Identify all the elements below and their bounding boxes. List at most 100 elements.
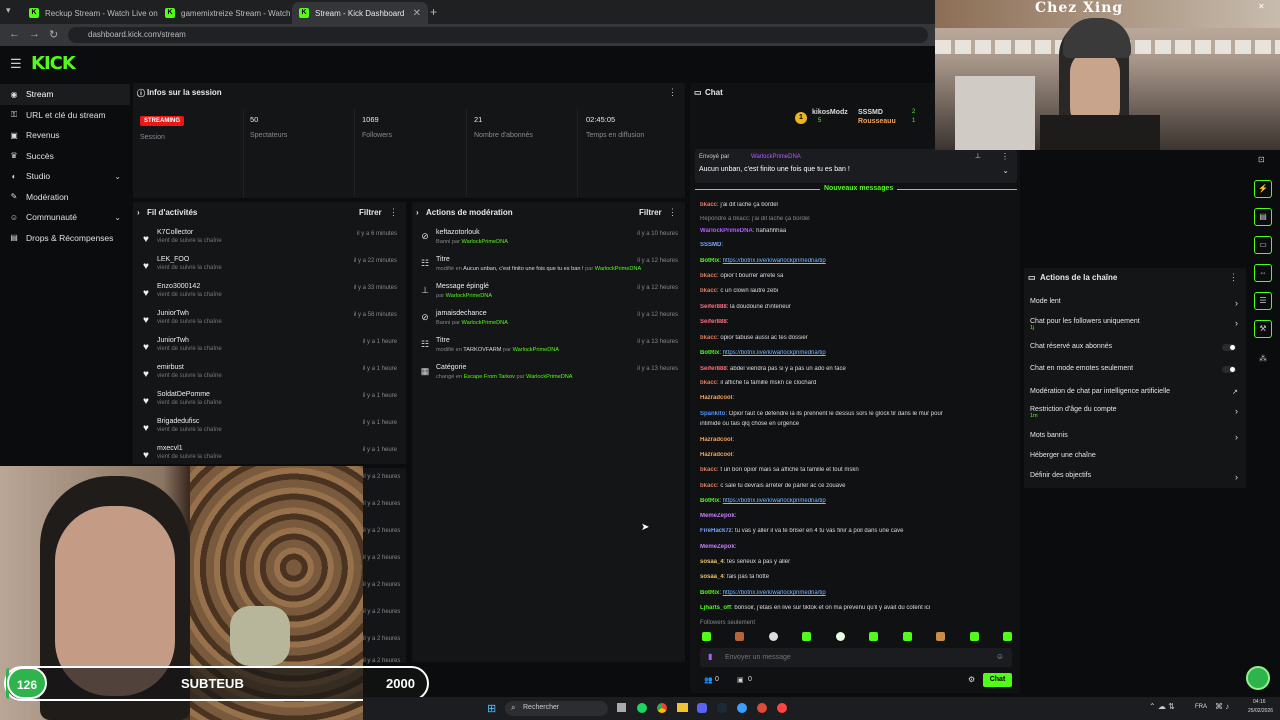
clock-date[interactable]: 25/02/2026 (1248, 708, 1273, 714)
forward-icon[interactable]: → (29, 28, 40, 40)
chevron-right-icon[interactable]: › (1235, 472, 1238, 482)
follower-name[interactable]: Brigadedufisc (157, 418, 199, 425)
emote-icon[interactable] (936, 632, 946, 641)
steam-icon[interactable] (717, 703, 727, 713)
moderator-name[interactable]: WarlockPrimeDNA (526, 374, 572, 380)
chat-username[interactable]: bkacc (700, 335, 717, 341)
discord-icon[interactable] (697, 703, 707, 713)
mod-target[interactable]: jamaisdechance (436, 310, 487, 317)
moderator-name[interactable]: WarlockPrimeDNA (462, 239, 508, 245)
chat-message[interactable]: Ljharts_off: bonsoir, j'étais en live su… (700, 605, 1000, 611)
reload-icon[interactable]: ↻ (49, 28, 58, 41)
chat-username[interactable]: Seifer888 (700, 319, 727, 325)
chat-username[interactable]: BotRix (700, 498, 719, 504)
chat-message[interactable]: MemeZepok: (700, 513, 1000, 519)
chat-username[interactable]: MemeZepok (700, 544, 735, 550)
rail-bolt-icon[interactable]: ⚡ (1254, 180, 1272, 198)
network-volume-icons[interactable]: ⌘ ♪ (1215, 702, 1229, 711)
emote-icon[interactable] (969, 632, 979, 641)
browser-tab-active[interactable]: K Stream - Kick Dashboard ✕ (292, 2, 428, 24)
more-options-icon[interactable]: ⋮ (1229, 272, 1238, 283)
filter-button[interactable]: Filtrer (639, 208, 662, 217)
chat-username[interactable]: bkacc (700, 273, 717, 279)
rail-list-icon[interactable]: ☰ (1254, 292, 1272, 310)
back-icon[interactable]: ← (9, 28, 20, 40)
emote-icon[interactable] (1002, 632, 1012, 641)
emote-icon[interactable] (835, 632, 845, 641)
follower-name[interactable]: JuniorTwh (157, 337, 189, 344)
follower-name[interactable]: SoldatDePomme (157, 391, 210, 398)
pin-icon[interactable]: ⊥ (975, 152, 981, 160)
floating-action-icon[interactable] (1246, 666, 1270, 690)
chat-message[interactable]: sosaa_4: tes serieux a pas y aller (700, 559, 1000, 565)
channel-action-item[interactable]: Mode lent › (1030, 298, 1240, 308)
follower-name[interactable]: LEK_FOO (157, 256, 189, 263)
pinned-by-user[interactable]: WarlockPrimeDNA (751, 154, 801, 160)
chat-message-field[interactable] (725, 651, 975, 663)
emote-icon[interactable] (902, 632, 912, 641)
settings-icon[interactable]: ⚙ (968, 675, 975, 684)
chrome-icon[interactable] (657, 703, 667, 713)
new-messages-label[interactable]: Nouveaux messages (820, 185, 898, 192)
more-options-icon[interactable]: ⋮ (668, 87, 677, 98)
moderator-name[interactable]: WarlockPrimeDNA (462, 320, 508, 326)
chat-message[interactable]: bkacc: j'ai dit lache ça bordel (700, 202, 1000, 208)
chat-username[interactable]: sosaa_4 (700, 574, 724, 580)
app-icon[interactable] (777, 703, 787, 713)
chat-message[interactable]: FireHack7z: tu vas y aller il va te bris… (700, 528, 1000, 534)
chat-username[interactable]: Hazradcool (700, 437, 732, 443)
chat-username[interactable]: BotRix (700, 590, 719, 596)
chat-message[interactable]: bkacc: c un clown lautre zebi (700, 288, 1000, 294)
emote-icon[interactable] (735, 632, 745, 641)
chat-username[interactable]: MemeZepok (700, 513, 735, 519)
tab-search-icon[interactable]: ▾ (6, 5, 11, 16)
sidebar-item-stream[interactable]: ◉ Stream (0, 84, 130, 105)
chat-message[interactable]: Seifer888: (700, 319, 1000, 325)
chat-username[interactable]: bkacc (700, 288, 717, 294)
sidebar-item-drops[interactable]: ▤ Drops & Récompenses (0, 228, 130, 249)
chat-username[interactable]: bkacc (700, 467, 717, 473)
chat-username[interactable]: Hazradcool (700, 452, 732, 458)
chat-message[interactable]: BotRix: https://botrix.live/k/warlockpri… (700, 350, 1000, 356)
mic-icon[interactable]: ▮ (708, 652, 712, 661)
leader-name[interactable]: kikosModz (812, 109, 848, 116)
follower-name[interactable]: Enzo3000142 (157, 283, 200, 290)
chat-message[interactable]: bkacc: opior t bourrer arrete sa (700, 273, 1000, 279)
channel-action-item[interactable]: Restriction d'âge du compte 1m › (1030, 406, 1240, 419)
rail-tools-icon[interactable]: ⚒ (1254, 320, 1272, 338)
chat-username[interactable]: Hazradcool (700, 395, 732, 401)
emoji-icon[interactable]: ☺ (996, 652, 1004, 661)
chat-username[interactable]: bkacc (700, 202, 717, 208)
chevron-right-icon[interactable]: › (1235, 406, 1238, 416)
chevron-right-icon[interactable]: › (1235, 318, 1238, 328)
chat-message[interactable]: bkacc: t un bon opior mais sa affiche ta… (700, 467, 1000, 473)
spotify-icon[interactable] (637, 703, 647, 713)
pinned-message[interactable]: Envoyé par WarlockPrimeDNA Aucun unban, … (695, 149, 1017, 183)
follower-name[interactable]: K7Collector (157, 229, 193, 236)
chat-message[interactable]: bkacc: c sale tu devrais arreter de parl… (700, 483, 1000, 489)
sidebar-item-achievements[interactable]: ♛ Succès (0, 146, 130, 167)
leader-name[interactable]: Rousseauu (858, 118, 896, 125)
chat-username[interactable]: sosaa_4 (700, 559, 724, 565)
chat-username[interactable]: BotRix (700, 258, 719, 264)
sidebar-item-stream-url[interactable]: ⚿ URL et clé du stream (0, 105, 130, 126)
sidebar-item-community[interactable]: ☺ Communauté ⌄ (0, 207, 130, 228)
chat-username[interactable]: Spankito (700, 411, 725, 417)
channel-action-item[interactable]: Définir des objectifs › (1030, 472, 1240, 482)
chat-username[interactable]: Seifer888 (700, 366, 727, 372)
new-tab-icon[interactable]: + (430, 5, 437, 19)
chat-username[interactable]: Seifer888 (700, 304, 727, 310)
leader-name[interactable]: SSSMD (858, 109, 883, 116)
channel-action-item[interactable]: Mots bannis › (1030, 432, 1240, 442)
rail-doc-icon[interactable]: ▤ (1254, 208, 1272, 226)
follower-name[interactable]: emirbust (157, 364, 184, 371)
chat-username[interactable]: BotRix (700, 350, 719, 356)
chevron-down-icon[interactable]: ⌄ (1002, 166, 1009, 175)
emote-icon[interactable] (768, 632, 778, 641)
browser-tab[interactable]: K Reckup Stream - Watch Live on ✕ (22, 2, 158, 24)
chat-message[interactable]: Hazradcool: (700, 395, 1000, 401)
expand-icon[interactable]: › (416, 208, 419, 217)
channel-action-item[interactable]: Héberger une chaîne (1030, 452, 1240, 459)
mod-target[interactable]: keftazotorlouk (436, 229, 480, 236)
chat-message[interactable]: BotRix: https://botrix.live/k/warlockpri… (700, 498, 1000, 504)
